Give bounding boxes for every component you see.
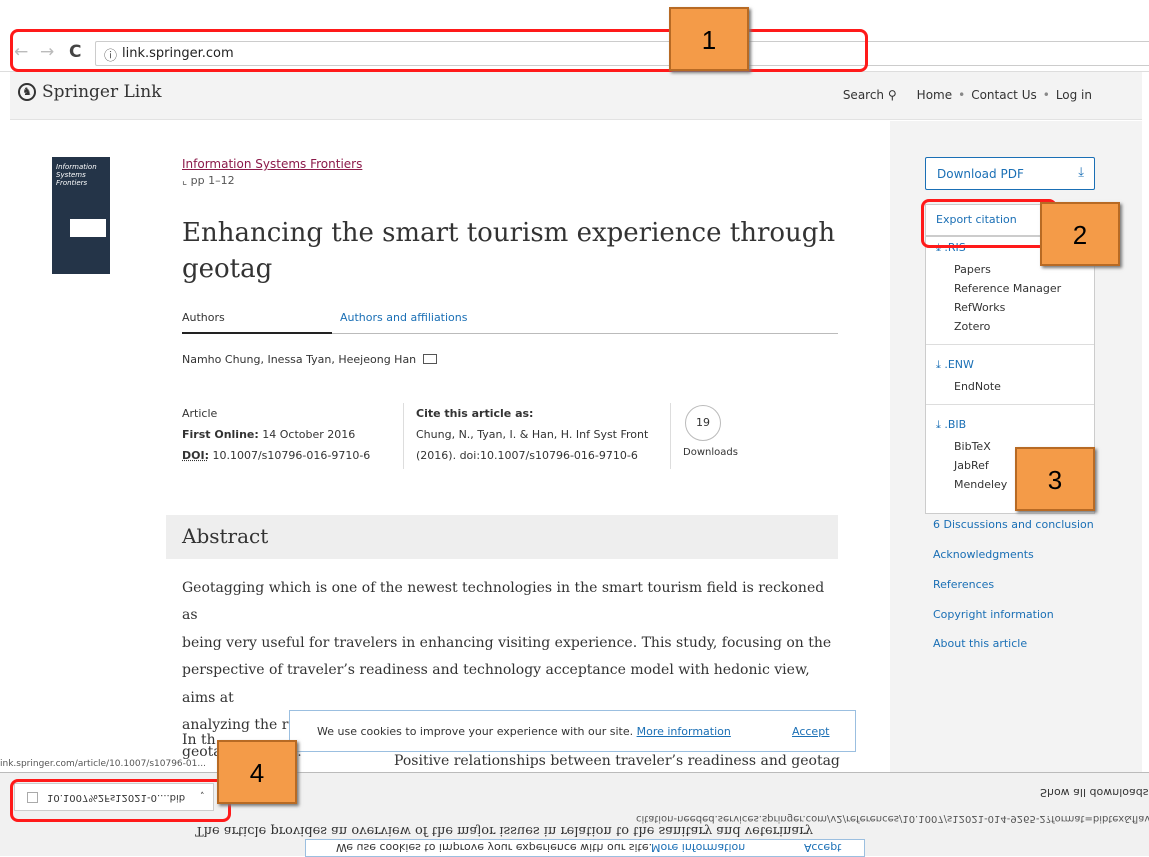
toc-item[interactable]: Acknowledgments <box>933 548 1034 561</box>
article-type: Article <box>182 407 218 420</box>
callout-box-4 <box>10 779 231 822</box>
search-link[interactable]: Search ⚲ <box>843 88 897 102</box>
toc-item[interactable]: Copyright information <box>933 608 1054 621</box>
callout-number-1: 1 <box>669 7 749 71</box>
cite-label: Cite this article as: <box>416 407 534 420</box>
menu-item[interactable]: Mendeley <box>954 478 1007 491</box>
article-meta: Article First Online: 14 October 2016 DO… <box>182 403 370 466</box>
menu-item[interactable]: Papers <box>954 263 991 276</box>
menu-item[interactable]: Reference Manager <box>954 282 1061 295</box>
logo-text: Springer Link <box>42 82 162 102</box>
enw-download-link[interactable]: ⤓ .ENW <box>936 358 974 372</box>
journal-cover-image[interactable]: Information Systems Frontiers <box>52 157 110 274</box>
nav-separator: • <box>1042 88 1050 102</box>
contact-link[interactable]: Contact Us <box>971 88 1037 102</box>
callout-number-2: 2 <box>1040 202 1120 266</box>
abstract-heading: Abstract <box>182 524 269 548</box>
download-icon: ⤓ <box>1078 165 1084 180</box>
home-link[interactable]: Home <box>917 88 952 102</box>
abstract-paragraph-fragment: Positive relationships between traveler’… <box>394 753 840 769</box>
download-count-badge: 19 <box>685 405 721 441</box>
mirrored-cookie-banner: We use cookies to improve your experienc… <box>305 839 865 857</box>
accept-cookies-button[interactable]: Accept <box>792 725 830 738</box>
callout-number-3: 3 <box>1015 447 1095 511</box>
menu-item[interactable]: JabRef <box>954 459 989 472</box>
toc-item[interactable]: 6 Discussions and conclusion <box>933 518 1094 531</box>
menu-item[interactable]: EndNote <box>954 380 1001 393</box>
cookie-banner: We use cookies to improve your experienc… <box>289 710 856 752</box>
cite-line: Chung, N., Tyan, I. & Han, H. Inf Syst F… <box>416 428 649 441</box>
tab-authors-affiliations[interactable]: Authors and affiliations <box>340 311 467 324</box>
abstract-line: Geotagging which is one of the newest te… <box>182 580 825 624</box>
menu-item[interactable]: RefWorks <box>954 301 1005 314</box>
abstract-heading-bar: Abstract <box>166 515 838 559</box>
download-count: 19 Downloads <box>670 403 750 469</box>
springer-horse-icon: ♞ <box>18 83 36 101</box>
show-all-downloads[interactable]: Show all downloads ➜ <box>1040 786 1149 799</box>
toc-item[interactable]: References <box>933 578 994 591</box>
author-tabs: Authors Authors and affiliations <box>182 307 838 334</box>
page-range: ⌞ pp 1–12 <box>182 174 235 187</box>
cite-as: Cite this article as: Chung, N., Tyan, I… <box>403 403 648 469</box>
journal-link[interactable]: Information Systems Frontiers <box>182 157 362 171</box>
cover-title: Information Systems Frontiers <box>56 163 97 187</box>
top-nav: Search ⚲ Home • Contact Us • Log in <box>843 88 1092 102</box>
author-list: Namho Chung, Inessa Tyan, Heejeong Han <box>182 353 437 366</box>
callout-box-2 <box>921 199 1057 248</box>
abstract-line: being very useful for travelers in enhan… <box>182 634 832 651</box>
bib-download-link[interactable]: ⤓ .BIB <box>936 418 966 432</box>
more-information-link[interactable]: More information <box>637 725 731 738</box>
doi: DOI: 10.1007/s10796-016-9710-6 <box>182 449 371 462</box>
search-icon: ⚲ <box>887 88 897 102</box>
toc-item[interactable]: About this article <box>933 637 1027 650</box>
menu-item[interactable]: BibTeX <box>954 440 991 453</box>
downloads-label: Downloads <box>683 447 738 458</box>
abstract-paragraph-start: In th <box>182 732 216 748</box>
divider <box>926 404 1094 405</box>
springer-link-logo[interactable]: ♞ Springer Link <box>18 82 162 102</box>
nav-separator: • <box>958 88 966 102</box>
divider <box>926 344 1094 345</box>
tab-authors[interactable]: Authors <box>182 311 332 334</box>
abstract-line: perspective of traveler’s readiness and … <box>182 662 810 706</box>
email-icon[interactable] <box>422 354 437 364</box>
cover-label <box>70 219 106 237</box>
first-online: First Online: 14 October 2016 <box>182 428 356 441</box>
mirrored-text: The article provides an overview of the … <box>195 823 813 838</box>
login-link[interactable]: Log in <box>1056 88 1092 102</box>
article-title: Enhancing the smart tourism experience t… <box>182 218 836 284</box>
menu-item[interactable]: Zotero <box>954 320 990 333</box>
cite-line: (2016). doi:10.1007/s10796-016-9710-6 <box>416 449 638 462</box>
download-pdf-button[interactable]: Download PDF ⤓ <box>925 157 1095 190</box>
site-header: ♞ Springer Link Search ⚲ Home • Contact … <box>10 72 1142 120</box>
callout-number-4: 4 <box>217 740 297 804</box>
